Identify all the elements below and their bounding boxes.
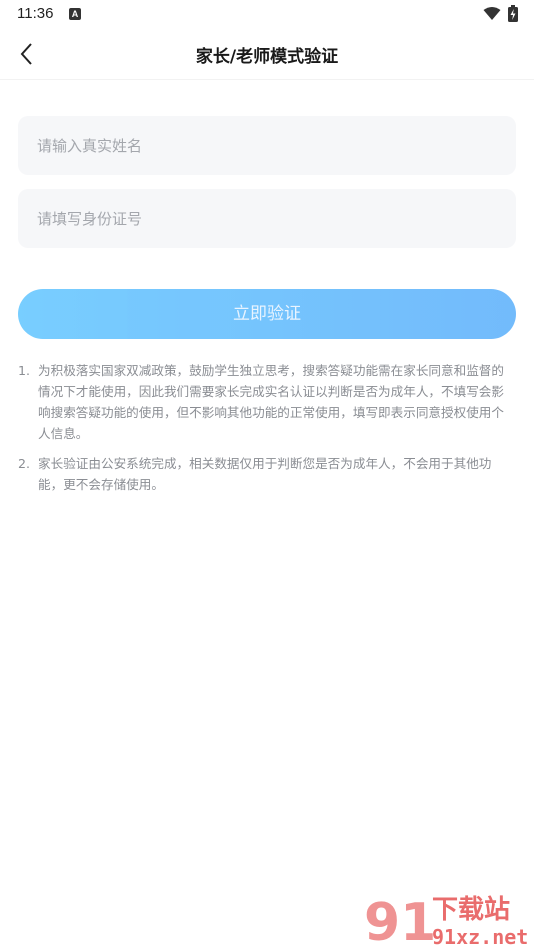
verify-button[interactable]: 立即验证 [18,289,516,339]
battery-charging-icon [508,5,518,22]
page-title: 家长/老师模式验证 [195,47,339,67]
notification-a-icon: A [69,8,81,20]
wifi-icon [483,7,501,20]
note-number: 2. [18,456,31,471]
id-number-input[interactable] [18,189,516,248]
notes-list: 1. 为积极落实国家双减政策，鼓励学生独立思考，搜索答疑功能需在家长同意和监督的… [18,360,508,504]
note-number: 1. [18,363,31,378]
status-time: 11:36 [17,5,54,22]
watermark-text-top: 下载站 [432,895,510,925]
navigation-bar: 家长/老师模式验证 [0,28,534,80]
real-name-field[interactable] [18,116,516,175]
real-name-input[interactable] [18,116,516,175]
list-item: 2. 家长验证由公安系统完成，相关数据仅用于判断您是否为成年人，不会用于其他功能… [18,453,508,495]
watermark-text-bottom: 91xz.net [432,925,528,949]
watermark-logo-number: 91 [364,893,436,950]
watermark-logo: 91 下载站 91xz.net [364,893,528,950]
id-number-field[interactable] [18,189,516,248]
note-text: 为积极落实国家双减政策，鼓励学生独立思考，搜索答疑功能需在家长同意和监督的情况下… [38,363,504,441]
note-text: 家长验证由公安系统完成，相关数据仅用于判断您是否为成年人，不会用于其他功能，更不… [38,456,492,492]
status-bar: 11:36 A [0,0,534,28]
list-item: 1. 为积极落实国家双减政策，鼓励学生独立思考，搜索答疑功能需在家长同意和监督的… [18,360,508,444]
